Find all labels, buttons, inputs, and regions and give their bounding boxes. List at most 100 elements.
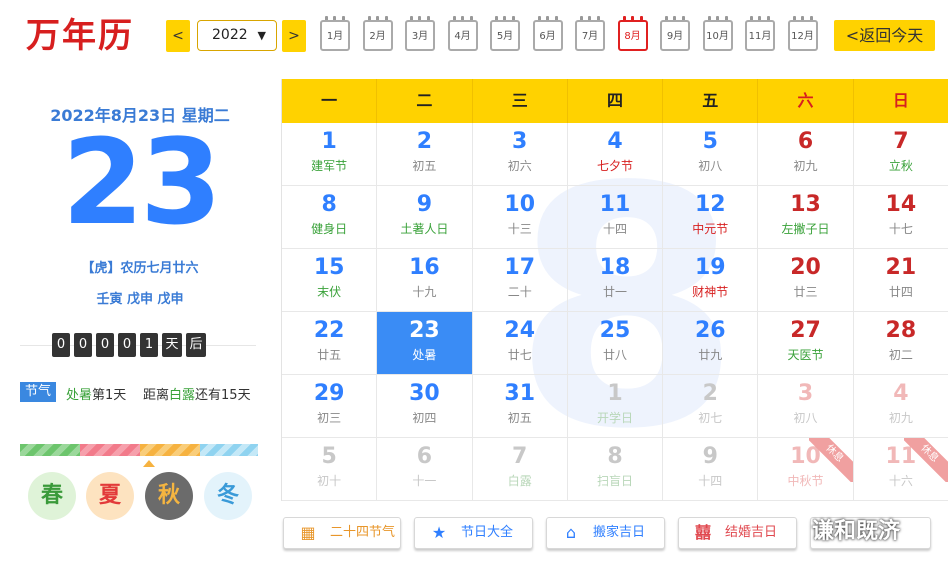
- star-icon: ★: [431, 523, 447, 542]
- rest-ribbon: 休息: [808, 438, 853, 482]
- month-button[interactable]: 10月: [702, 16, 734, 52]
- day-subtitle: 初八: [793, 411, 818, 425]
- day-subtitle: 初五: [507, 411, 532, 425]
- ganzhi-text: 壬寅 戊申 戊申: [96, 292, 184, 307]
- moving-day-button[interactable]: ⌂ 搬家吉日: [546, 517, 665, 549]
- day-number: 29: [313, 381, 345, 406]
- day-subtitle: 初四: [412, 411, 437, 425]
- day-cell[interactable]: 23 处暑: [377, 312, 473, 375]
- month-label: 9月: [660, 20, 690, 51]
- day-cell[interactable]: 11 十六 休息: [853, 438, 948, 501]
- day-cell[interactable]: 3 初六: [472, 123, 568, 186]
- day-cell[interactable]: 2 初五: [377, 123, 473, 186]
- day-cell[interactable]: 19 财神节: [663, 249, 759, 312]
- day-cell[interactable]: 18 廿一: [567, 249, 664, 312]
- month-label: 8月: [617, 20, 648, 51]
- day-number: 25: [599, 318, 631, 343]
- month-label: 3月: [405, 20, 435, 51]
- next-year-button[interactable]: >: [282, 20, 306, 52]
- solar-terms-button[interactable]: ▦ 二十四节气: [283, 517, 401, 549]
- day-number: 27: [790, 318, 821, 343]
- day-cell[interactable]: 25 廿八: [567, 312, 664, 375]
- month-button[interactable]: 8月: [617, 16, 649, 52]
- day-cell[interactable]: 29 初三: [282, 375, 378, 438]
- day-cell[interactable]: 10 中秋节 休息: [758, 438, 854, 501]
- day-cell[interactable]: 30 初四: [377, 375, 473, 438]
- summer-icon[interactable]: 夏: [86, 472, 134, 520]
- month-button[interactable]: 9月: [659, 16, 691, 52]
- day-cell[interactable]: 7 白露: [472, 438, 568, 501]
- day-cell[interactable]: 24 廿七: [472, 312, 568, 375]
- day-subtitle: 初九: [888, 411, 913, 425]
- prev-year-button[interactable]: <: [166, 20, 190, 52]
- day-cell[interactable]: 10 十三: [472, 186, 568, 249]
- day-subtitle: 廿一: [602, 285, 627, 299]
- month-button[interactable]: 6月: [532, 16, 564, 52]
- month-button[interactable]: 4月: [447, 16, 479, 52]
- day-cell[interactable]: 13 左撇子日: [758, 186, 854, 249]
- day-cell[interactable]: 1 开学日: [567, 375, 664, 438]
- day-number: 26: [694, 318, 726, 343]
- winter-icon[interactable]: 冬: [204, 472, 252, 520]
- day-cell[interactable]: 27 天医节: [758, 312, 854, 375]
- day-cell[interactable]: 17 二十: [472, 249, 568, 312]
- day-cell[interactable]: 2 初七: [663, 375, 759, 438]
- day-number: 6: [416, 444, 433, 469]
- day-cell[interactable]: 1 建军节: [282, 123, 378, 186]
- day-cell[interactable]: 4 七夕节: [567, 123, 664, 186]
- day-cell[interactable]: 3 初八: [758, 375, 854, 438]
- day-cell[interactable]: 11 十四: [567, 186, 664, 249]
- month-button[interactable]: 2月: [362, 16, 394, 52]
- rest-label: 休息: [808, 438, 853, 482]
- day-subtitle: 十九: [412, 285, 437, 299]
- day-cell[interactable]: 14 十七: [853, 186, 948, 249]
- spring-icon[interactable]: 春: [28, 472, 76, 520]
- day-cell[interactable]: 12 中元节: [663, 186, 759, 249]
- day-cell[interactable]: 16 十九: [377, 249, 473, 312]
- day-cell[interactable]: 31 初五: [472, 375, 568, 438]
- month-button[interactable]: 1月: [319, 16, 351, 52]
- day-cell[interactable]: 6 十一: [377, 438, 473, 501]
- day-cell[interactable]: 15 末伏: [282, 249, 378, 312]
- festivals-button[interactable]: ★ 节日大全: [414, 517, 533, 549]
- day-number: 3: [797, 381, 814, 406]
- day-cell[interactable]: 9 十四: [663, 438, 759, 501]
- day-subtitle: 十七: [888, 222, 913, 236]
- wedding-day-button[interactable]: 囍 结婚吉日: [678, 517, 797, 549]
- back-to-today-button[interactable]: <返回今天: [834, 20, 935, 51]
- month-button[interactable]: 5月: [489, 16, 521, 52]
- month-button[interactable]: 7月: [574, 16, 606, 52]
- day-cell[interactable]: 26 廿九: [663, 312, 759, 375]
- term-distance-label: 距离: [143, 388, 170, 403]
- day-cell[interactable]: 5 初八: [663, 123, 759, 186]
- year-select[interactable]: 2022 ▼: [197, 20, 277, 51]
- month-button[interactable]: 11月: [744, 16, 776, 52]
- day-subtitle: 白露: [507, 474, 532, 488]
- day-cell[interactable]: 22 廿五: [282, 312, 378, 375]
- day-number: 28: [885, 318, 917, 343]
- day-subtitle: 廿三: [793, 285, 818, 299]
- day-subtitle: 七夕节: [596, 159, 633, 173]
- day-cell[interactable]: 8 健身日: [282, 186, 378, 249]
- day-cell[interactable]: 7 立秋: [853, 123, 948, 186]
- day-cell[interactable]: 4 初九: [853, 375, 948, 438]
- countdown-unit-after: 后: [186, 333, 206, 357]
- day-cell[interactable]: 9 土著人日: [377, 186, 473, 249]
- day-cell[interactable]: 28 初二: [853, 312, 948, 375]
- autumn-icon[interactable]: 秋: [145, 472, 193, 520]
- day-cell[interactable]: 8 扫盲日: [567, 438, 664, 501]
- brand-logo: 万年历: [26, 16, 134, 56]
- month-label: 4月: [447, 20, 478, 51]
- month-button[interactable]: 12月: [787, 16, 819, 52]
- day-cell[interactable]: 5 初十: [282, 438, 378, 501]
- solar-term-next: 距离白露还有15天: [143, 384, 251, 403]
- day-number: 22: [313, 318, 345, 343]
- day-cell[interactable]: 6 初九: [758, 123, 854, 186]
- next-term-name: 白露: [169, 388, 196, 403]
- button-label: 结婚吉日: [725, 525, 778, 540]
- double-happiness-icon: 囍: [694, 523, 711, 542]
- day-cell[interactable]: 21 廿四: [853, 249, 948, 312]
- countdown-digit: 1: [140, 333, 158, 357]
- day-cell[interactable]: 20 廿三: [758, 249, 854, 312]
- month-button[interactable]: 3月: [404, 16, 436, 52]
